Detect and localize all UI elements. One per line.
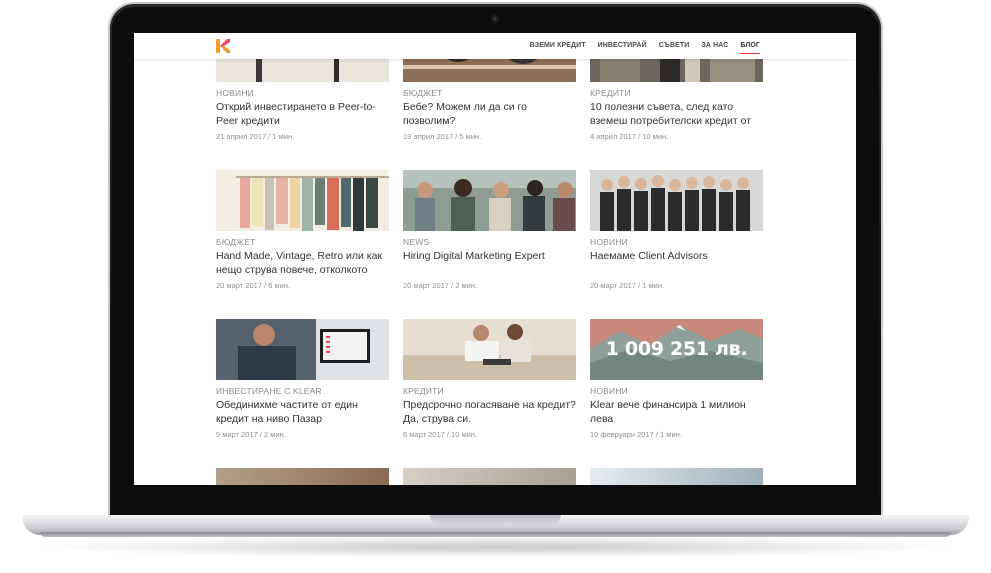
post-image[interactable]	[403, 468, 576, 485]
post-image[interactable]	[216, 170, 389, 231]
post-title[interactable]: Hiring Digital Marketing Expert	[403, 249, 576, 277]
post-meta: 21 април 2017 / 1 мин.	[216, 132, 295, 141]
post-category[interactable]: НОВИНИ	[216, 88, 389, 98]
post-category[interactable]: КРЕДИТИ	[403, 386, 576, 396]
nav-tips[interactable]: СЪВЕТИ	[659, 33, 690, 59]
blog-card[interactable]: 1 009 251 лв. НОВИНИ Klear вече финансир…	[590, 319, 763, 439]
post-meta: 10 февруари 2017 / 1 мин.	[590, 430, 682, 439]
post-category[interactable]: NEWS	[403, 237, 576, 247]
post-title[interactable]: Предсрочно погасяване на кредит? Да, стр…	[403, 398, 576, 426]
post-image[interactable]: 1 009 251 лв.	[590, 319, 763, 380]
post-image[interactable]	[216, 319, 389, 380]
blog-card[interactable]: КРЕДИТИ Предсрочно погасяване на кредит?…	[403, 319, 576, 439]
laptop-notch	[430, 515, 561, 525]
post-title[interactable]: Наемаме Client Advisors	[590, 249, 763, 277]
post-title[interactable]: Обединихме частите от един кредит на нив…	[216, 398, 389, 426]
post-title[interactable]: Открий инвестирането в Peer-to-Peer кред…	[216, 100, 389, 128]
post-title[interactable]: Klear вече финансира 1 милион лева	[590, 398, 763, 426]
post-title[interactable]: 10 полезни съвета, след като вземеш потр…	[590, 100, 763, 128]
post-category[interactable]: БЮДЖЕТ	[216, 237, 389, 247]
post-image[interactable]	[590, 468, 763, 485]
nav-invest[interactable]: ИНВЕСТИРАЙ	[598, 33, 647, 59]
post-category[interactable]: ИНВЕСТИРАНЕ С KLEAR	[216, 386, 389, 396]
post-category[interactable]: БЮДЖЕТ	[403, 88, 576, 98]
blog-card[interactable]: БЮДЖЕТ Hand Made, Vintage, Retro или как…	[216, 170, 389, 290]
blog-card-partial[interactable]	[590, 468, 763, 485]
post-meta: 19 април 2017 / 5 мин.	[403, 132, 482, 141]
post-meta: 20 март 2017 / 6 мин.	[216, 281, 291, 290]
blog-card[interactable]: NEWS Hiring Digital Marketing Expert 20 …	[403, 170, 576, 290]
camera-icon	[491, 15, 499, 23]
klear-logo-icon[interactable]	[216, 39, 230, 53]
blog-card[interactable]: ИНВЕСТИРАНЕ С KLEAR Обединихме частите о…	[216, 319, 389, 439]
post-image[interactable]	[216, 468, 389, 485]
post-category[interactable]: НОВИНИ	[590, 237, 763, 247]
main-nav: ВЗЕМИ КРЕДИТ ИНВЕСТИРАЙ СЪВЕТИ ЗА НАС БЛ…	[530, 33, 760, 59]
blog-card-partial[interactable]	[403, 468, 576, 485]
post-meta: 6 март 2017 / 10 мин.	[403, 430, 478, 439]
banner-amount: 1 009 251 лв.	[605, 338, 748, 360]
post-title[interactable]: Hand Made, Vintage, Retro или как нещо с…	[216, 249, 389, 277]
nav-about[interactable]: ЗА НАС	[701, 33, 728, 59]
blog-card-partial[interactable]	[216, 468, 389, 485]
post-meta: 9 март 2017 / 2 мин.	[216, 430, 286, 439]
post-meta: 20 март 2017 / 2 мин.	[403, 281, 478, 290]
nav-blog[interactable]: БЛОГ	[740, 33, 760, 59]
post-image[interactable]	[590, 170, 763, 231]
post-image[interactable]	[403, 319, 576, 380]
laptop-base-bottom	[40, 532, 951, 537]
post-meta: 4 април 2017 / 10 мин.	[590, 132, 669, 141]
post-category[interactable]: НОВИНИ	[590, 386, 763, 396]
blog-card[interactable]: НОВИНИ Наемаме Client Advisors 20 март 2…	[590, 170, 763, 290]
post-category[interactable]: КРЕДИТИ	[590, 88, 763, 98]
laptop-shadow	[40, 536, 952, 558]
post-meta: 20 март 2017 / 1 мин.	[590, 281, 665, 290]
post-image[interactable]	[403, 170, 576, 231]
top-navbar: ВЗЕМИ КРЕДИТ ИНВЕСТИРАЙ СЪВЕТИ ЗА НАС БЛ…	[134, 33, 856, 59]
browser-viewport[interactable]: НОВИНИ Открий инвестирането в Peer-to-Pe…	[134, 33, 856, 485]
nav-get-loan[interactable]: ВЗЕМИ КРЕДИТ	[530, 33, 586, 59]
post-title[interactable]: Бебе? Можем ли да си го позволим?	[403, 100, 576, 128]
